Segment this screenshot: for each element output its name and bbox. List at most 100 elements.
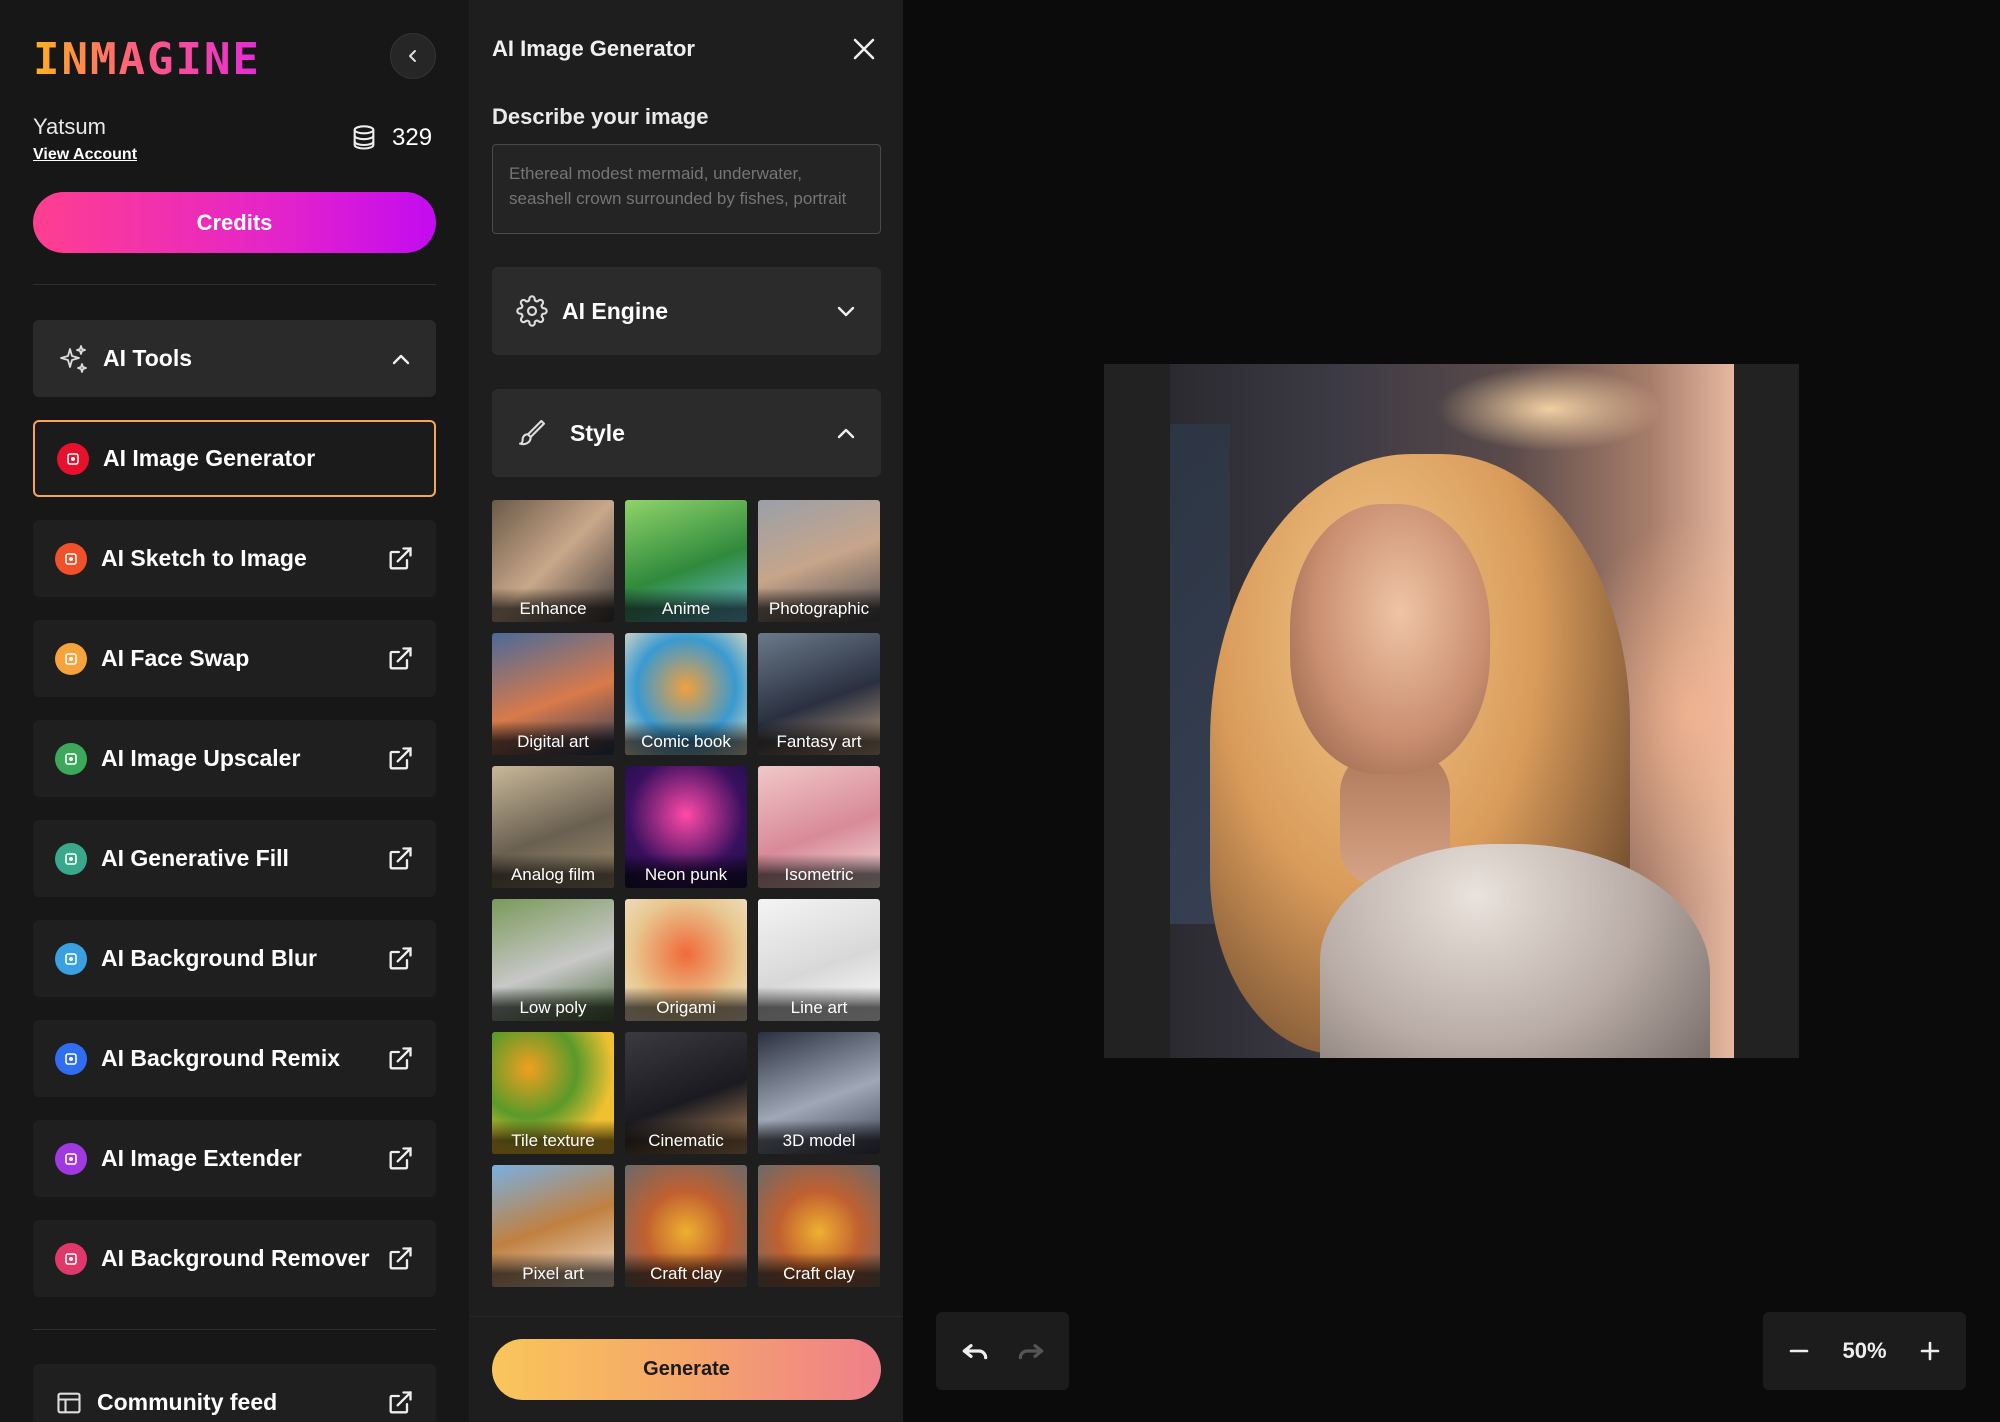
external-link-icon bbox=[389, 546, 412, 569]
external-link-icon bbox=[389, 746, 412, 769]
style-caption: Craft clay bbox=[625, 1253, 747, 1287]
chevron-down-icon bbox=[837, 306, 855, 317]
collapse-sidebar-button[interactable] bbox=[390, 33, 436, 79]
tool-icon bbox=[55, 542, 87, 575]
style-tile-neon-punk[interactable]: Neon punk bbox=[625, 766, 747, 888]
style-label: Style bbox=[570, 419, 625, 446]
style-tile-line-art[interactable]: Line art bbox=[758, 899, 880, 1021]
style-section[interactable]: Style bbox=[492, 389, 881, 477]
tool-icon bbox=[55, 1242, 87, 1275]
sparkles-icon bbox=[60, 344, 87, 373]
style-tile-craft-clay[interactable]: Craft clay bbox=[625, 1165, 747, 1287]
style-tile-cinematic[interactable]: Cinematic bbox=[625, 1032, 747, 1154]
style-tile-anime[interactable]: Anime bbox=[625, 500, 747, 622]
divider bbox=[33, 1329, 436, 1330]
ai-tools-header[interactable]: AI Tools bbox=[33, 320, 436, 397]
zoom-in-button[interactable] bbox=[1918, 1339, 1942, 1363]
generated-image[interactable] bbox=[1170, 364, 1734, 1058]
chevron-left-icon bbox=[409, 50, 416, 62]
style-caption: Enhance bbox=[492, 588, 614, 622]
tool-icon bbox=[57, 442, 89, 475]
tool-icon bbox=[55, 942, 87, 975]
credits-button[interactable]: Credits bbox=[33, 192, 436, 253]
community-feed-item[interactable]: Community feed bbox=[33, 1364, 436, 1422]
zoom-controls: 50% bbox=[1763, 1312, 1966, 1390]
coins-icon bbox=[353, 125, 375, 150]
tool-label: AI Image Extender bbox=[101, 1145, 302, 1171]
style-tile-pixel-art[interactable]: Pixel art bbox=[492, 1165, 614, 1287]
divider bbox=[33, 284, 436, 285]
prompt-input[interactable] bbox=[492, 144, 881, 234]
inmagine-logo[interactable]: INMAGINE bbox=[33, 34, 261, 85]
tool-item-ai-image-extender[interactable]: AI Image Extender bbox=[33, 1120, 436, 1197]
style-caption: Line art bbox=[758, 987, 880, 1021]
redo-icon bbox=[1018, 1344, 1043, 1360]
style-caption: Craft clay bbox=[758, 1253, 880, 1287]
chevron-up-icon bbox=[392, 354, 410, 364]
tool-item-ai-generative-fill[interactable]: AI Generative Fill bbox=[33, 820, 436, 897]
external-link-icon bbox=[389, 1246, 412, 1269]
tool-item-ai-background-remover[interactable]: AI Background Remover bbox=[33, 1220, 436, 1297]
style-caption: Pixel art bbox=[492, 1253, 614, 1287]
style-tile-low-poly[interactable]: Low poly bbox=[492, 899, 614, 1021]
divider bbox=[469, 1316, 903, 1317]
style-tile-fantasy-art[interactable]: Fantasy art bbox=[758, 633, 880, 755]
style-tile-origami[interactable]: Origami bbox=[625, 899, 747, 1021]
ai-tools-label: AI Tools bbox=[103, 345, 193, 371]
tool-label: AI Background Remover bbox=[101, 1245, 370, 1271]
close-panel-button[interactable] bbox=[849, 34, 879, 64]
tool-item-ai-image-generator[interactable]: AI Image Generator bbox=[33, 420, 436, 497]
style-caption: Analog film bbox=[492, 854, 614, 888]
plus-icon bbox=[1920, 1341, 1940, 1361]
tool-icon bbox=[55, 842, 87, 875]
redo-button[interactable] bbox=[1015, 1335, 1047, 1367]
canvas-frame[interactable] bbox=[1104, 364, 1799, 1058]
style-grid: Enhance Anime Photographic Digital art Comic… bbox=[492, 500, 881, 1287]
chevron-up-icon bbox=[837, 428, 855, 439]
style-tile-craft-clay[interactable]: Craft clay bbox=[758, 1165, 880, 1287]
ai-engine-section[interactable]: AI Engine bbox=[492, 267, 881, 355]
style-tile-3d-model[interactable]: 3D model bbox=[758, 1032, 880, 1154]
style-tile-digital-art[interactable]: Digital art bbox=[492, 633, 614, 755]
style-caption: Photographic bbox=[758, 588, 880, 622]
ai-engine-label: AI Engine bbox=[562, 297, 669, 324]
tool-label: AI Background Blur bbox=[101, 945, 317, 971]
tool-label: AI Generative Fill bbox=[101, 845, 289, 871]
external-link-icon bbox=[389, 646, 412, 669]
undo-button[interactable] bbox=[959, 1335, 991, 1367]
tool-item-ai-image-upscaler[interactable]: AI Image Upscaler bbox=[33, 720, 436, 797]
tool-label: AI Image Generator bbox=[103, 445, 316, 471]
style-tile-tile-texture[interactable]: Tile texture bbox=[492, 1032, 614, 1154]
style-tile-analog-film[interactable]: Analog film bbox=[492, 766, 614, 888]
tool-item-ai-background-remix[interactable]: AI Background Remix bbox=[33, 1020, 436, 1097]
tool-item-ai-background-blur[interactable]: AI Background Blur bbox=[33, 920, 436, 997]
close-icon bbox=[853, 38, 875, 60]
style-tile-enhance[interactable]: Enhance bbox=[492, 500, 614, 622]
image-generator-panel: AI Image Generator Describe your image A… bbox=[469, 0, 903, 1422]
credits-balance: 329 bbox=[350, 124, 432, 152]
generate-button[interactable]: Generate bbox=[492, 1339, 881, 1400]
layout-icon bbox=[57, 1392, 81, 1413]
tool-item-ai-sketch-to-image[interactable]: AI Sketch to Image bbox=[33, 520, 436, 597]
external-link-icon bbox=[389, 1146, 412, 1169]
tool-icon bbox=[55, 1142, 87, 1175]
external-link-icon bbox=[389, 946, 412, 969]
style-tile-comic-book[interactable]: Comic book bbox=[625, 633, 747, 755]
style-caption: Cinematic bbox=[625, 1120, 747, 1154]
zoom-out-button[interactable] bbox=[1787, 1339, 1811, 1363]
style-caption: Comic book bbox=[625, 721, 747, 755]
tool-icon bbox=[55, 742, 87, 775]
tool-label: AI Background Remix bbox=[101, 1045, 340, 1071]
history-controls bbox=[936, 1312, 1069, 1390]
tool-icon bbox=[55, 642, 87, 675]
style-tile-photographic[interactable]: Photographic bbox=[758, 500, 880, 622]
describe-label: Describe your image bbox=[492, 104, 709, 129]
style-caption: Low poly bbox=[492, 987, 614, 1021]
tool-item-ai-face-swap[interactable]: AI Face Swap bbox=[33, 620, 436, 697]
tool-label: AI Face Swap bbox=[101, 645, 250, 671]
tool-icon bbox=[55, 1042, 87, 1075]
style-tile-isometric[interactable]: Isometric bbox=[758, 766, 880, 888]
style-caption: Fantasy art bbox=[758, 721, 880, 755]
view-account-link[interactable]: View Account bbox=[33, 146, 137, 164]
undo-icon bbox=[962, 1344, 987, 1360]
